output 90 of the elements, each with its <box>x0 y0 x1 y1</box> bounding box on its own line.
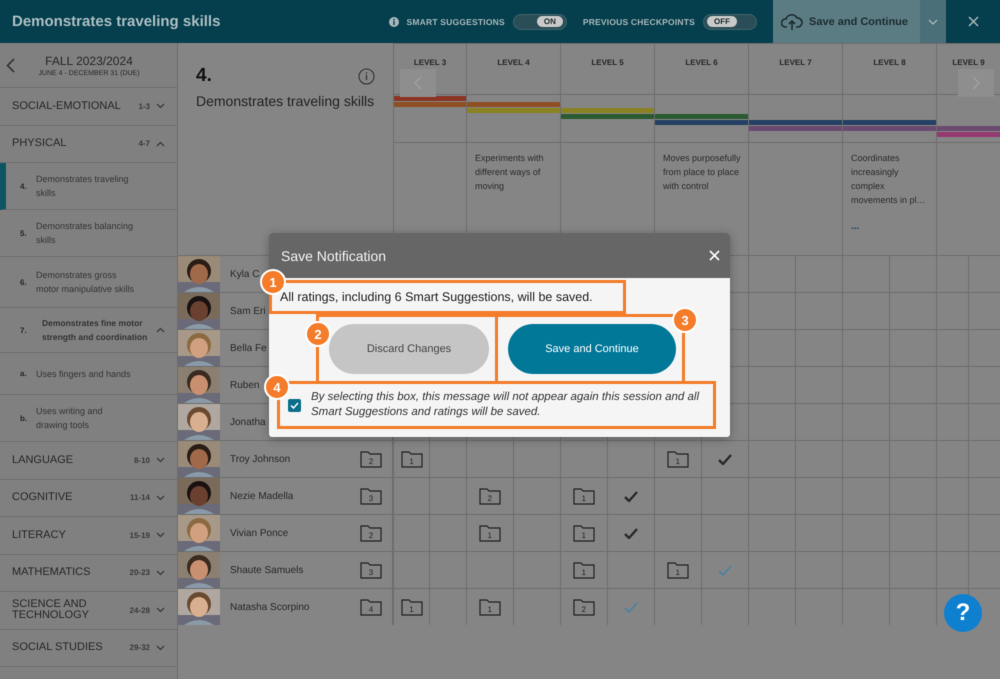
info-icon[interactable] <box>388 16 399 26</box>
folder-count[interactable]: 2 <box>478 487 501 505</box>
folder-count[interactable]: 2 <box>572 598 595 616</box>
folder-count[interactable]: 3 <box>360 561 382 579</box>
folder-count[interactable]: 1 <box>400 598 422 616</box>
dialog-title: Save Notification <box>281 248 386 264</box>
domain-item[interactable]: SOCIAL-EMOTIONAL 1-3 <box>0 88 177 126</box>
checkmark-icon <box>290 402 299 408</box>
folder-count[interactable]: 1 <box>572 487 595 505</box>
objective-item[interactable]: 6. Demonstrates gross motor manipulative skills <box>0 257 177 308</box>
student-name: Vivian Ponce <box>230 528 288 538</box>
folder-count[interactable]: 1 <box>666 561 689 579</box>
domain-item[interactable]: MATHEMATICS 20-23 <box>0 554 177 592</box>
objective-item[interactable]: a. Uses fingers and hands <box>0 353 177 395</box>
close-icon[interactable] <box>709 250 720 261</box>
close-icon <box>968 16 978 27</box>
domain-item[interactable]: SOCIAL STUDIES 29-32 <box>0 630 177 667</box>
objective-title: Demonstrates traveling skills <box>196 93 375 109</box>
level-label: LEVEL 5 <box>591 58 624 67</box>
more-button[interactable]: ... <box>851 221 860 232</box>
page-title: Demonstrates traveling skills <box>11 13 222 30</box>
student-name: Bella Fe <box>230 342 267 354</box>
student-name: Ruben <box>230 380 260 390</box>
chevron-down-icon <box>928 18 938 24</box>
cloud-upload-icon <box>781 12 803 30</box>
level-label: LEVEL 7 <box>779 58 812 67</box>
folder-count[interactable]: 2 <box>360 450 382 468</box>
toggle-switch[interactable]: OFF <box>703 14 757 30</box>
toggle-label: PREVIOUS CHECKPOINTS <box>582 16 695 26</box>
level-label: LEVEL 9 <box>952 58 985 67</box>
level-label: LEVEL 6 <box>685 58 718 67</box>
objective-item[interactable]: 7. Demonstrates fine motor strength and coordination <box>0 308 177 353</box>
chevron-icon[interactable] <box>156 532 165 538</box>
student-name: Nezie Madella <box>230 490 294 502</box>
domain-item[interactable]: COGNITIVE 11-14 <box>0 480 177 517</box>
level-descriptor: Experiments with different ways of moving <box>475 152 545 193</box>
chevron-icon[interactable] <box>156 644 165 651</box>
chevron-icon[interactable] <box>156 327 165 333</box>
folder-count[interactable]: 1 <box>572 561 595 579</box>
chevron-icon[interactable] <box>156 494 165 501</box>
save-and-continue-button[interactable]: Save and Continue <box>508 324 676 374</box>
chevron-icon[interactable] <box>156 570 165 576</box>
student-name: Kyla C <box>230 268 260 280</box>
level-label: LEVEL 3 <box>414 58 446 67</box>
level-descriptor: Moves purposefully from place to place with control <box>663 152 742 193</box>
student-name: Troy Johnson <box>230 454 290 464</box>
info-icon[interactable] <box>358 68 375 84</box>
help-button[interactable]: ? <box>944 594 982 632</box>
term-title: FALL 2023/2024 <box>45 54 133 68</box>
level-descriptor: Coordinates increasingly complex movements in pl… <box>851 152 927 207</box>
student-name: Sam Eri <box>230 306 266 316</box>
chevron-icon[interactable] <box>156 140 165 147</box>
callout-number: 2 <box>305 321 331 347</box>
folder-count[interactable]: 3 <box>360 487 382 505</box>
checkbox[interactable] <box>288 398 301 412</box>
toggle-switch[interactable]: ON <box>512 14 567 30</box>
student-name: Natasha Scorpino <box>230 602 310 612</box>
domain-item[interactable]: LANGUAGE 8-10 <box>0 442 177 480</box>
folder-count[interactable]: 2 <box>360 524 382 542</box>
level-label: LEVEL 8 <box>873 58 906 67</box>
chevron-icon[interactable] <box>156 607 165 614</box>
objective-item[interactable]: 4. Demonstrates traveling skills <box>0 163 177 210</box>
checkmark-icon[interactable] <box>718 454 732 464</box>
folder-count[interactable]: 4 <box>360 598 382 616</box>
level-label: LEVEL 4 <box>497 58 530 67</box>
folder-count[interactable]: 1 <box>572 524 595 542</box>
folder-count[interactable]: 1 <box>400 450 422 468</box>
objective-item[interactable]: 5. Demonstrates balancing skills <box>0 210 177 257</box>
checkmark-icon[interactable] <box>624 528 638 538</box>
folder-count[interactable]: 1 <box>666 450 689 468</box>
confirm-text: By selecting this box, this message will not appear again this session and all Smart Suggestions and ratings will be saved. <box>311 390 700 420</box>
folder-count[interactable]: 1 <box>478 598 501 616</box>
checkmark-icon[interactable] <box>624 602 638 612</box>
discard-button[interactable]: Discard Changes <box>329 324 489 374</box>
student-name: Shaute Samuels <box>230 564 304 576</box>
objective-number: 4. <box>196 65 212 87</box>
checkmark-icon[interactable] <box>624 490 638 502</box>
callout-number: 3 <box>672 307 698 333</box>
chevron-icon[interactable] <box>156 457 165 464</box>
domain-item[interactable]: PHYSICAL 4-7 <box>0 126 177 163</box>
callout-number: 4 <box>264 374 290 400</box>
folder-count[interactable]: 1 <box>478 524 501 542</box>
save-button[interactable]: Save and Continue <box>773 0 920 43</box>
chevron-icon[interactable] <box>156 103 165 110</box>
back-icon[interactable] <box>6 58 15 72</box>
checkmark-icon[interactable] <box>718 564 732 576</box>
student-name: Jonatha <box>230 416 266 428</box>
domain-item[interactable]: LITERACY 15-19 <box>0 517 177 554</box>
toggle-label: SMART SUGGESTIONS <box>406 16 505 26</box>
domain-item[interactable]: SCIENCE AND TECHNOLOGY 24-28 <box>0 592 177 630</box>
